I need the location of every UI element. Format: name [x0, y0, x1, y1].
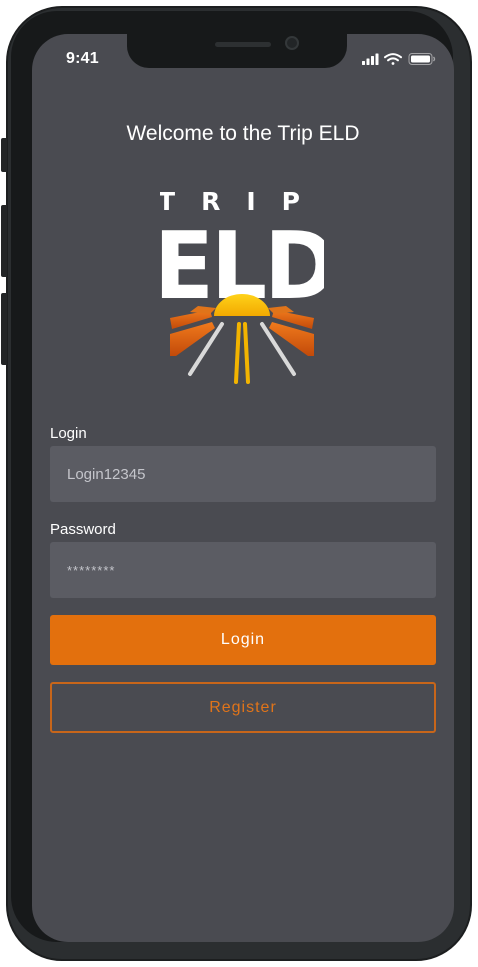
- notch: [127, 34, 347, 68]
- volume-down-button: [1, 293, 7, 365]
- login-input[interactable]: [50, 446, 436, 502]
- password-label: Password: [50, 521, 116, 538]
- login-button[interactable]: Login: [50, 615, 436, 665]
- password-input[interactable]: [50, 542, 436, 598]
- status-icons: [362, 53, 436, 65]
- status-time: 9:41: [66, 50, 99, 67]
- battery-icon: [408, 53, 436, 65]
- silent-switch: [1, 138, 7, 172]
- logo-top-text: TRIP: [160, 187, 324, 216]
- volume-up-button: [1, 205, 7, 277]
- speaker-grille: [215, 42, 271, 47]
- cellular-signal-icon: [362, 53, 379, 65]
- welcome-title: Welcome to the Trip ELD: [126, 122, 360, 145]
- wifi-icon: [384, 53, 402, 65]
- register-button[interactable]: Register: [50, 682, 436, 733]
- login-label: Login: [50, 425, 87, 442]
- camera-icon: [285, 36, 299, 50]
- trip-eld-logo: TRIP ELD: [160, 187, 324, 384]
